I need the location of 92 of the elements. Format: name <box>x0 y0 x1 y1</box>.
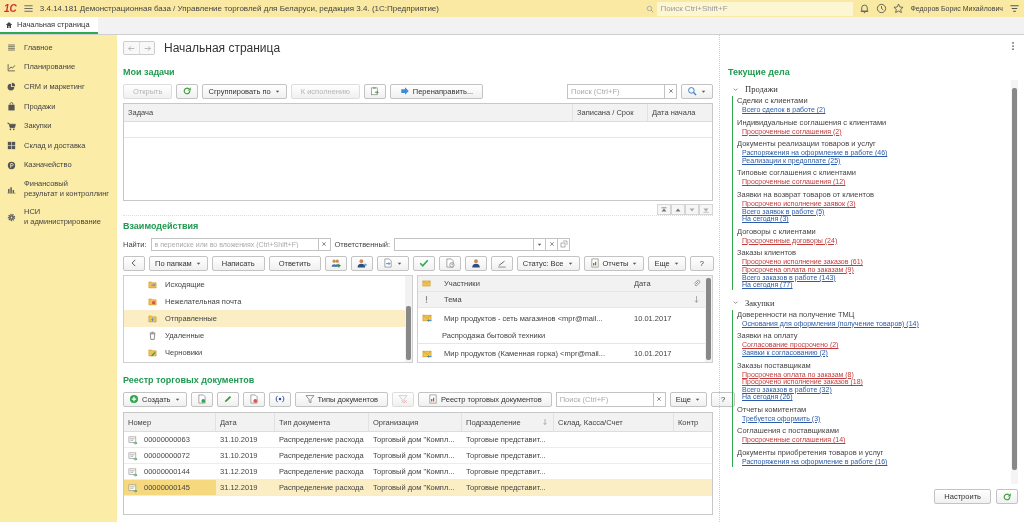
down-button[interactable] <box>685 204 699 215</box>
refresh-icon <box>182 86 193 96</box>
clear-button[interactable] <box>546 237 559 251</box>
chevron-icon <box>732 85 739 93</box>
close-icon <box>666 87 675 95</box>
document-icon <box>128 482 138 493</box>
open-button[interactable] <box>558 237 571 251</box>
page-title: Начальная страница <box>164 41 281 55</box>
menu-button[interactable] <box>681 83 713 99</box>
bag-icon <box>7 102 16 112</box>
pencil-icon <box>222 394 233 404</box>
plus-icon <box>129 394 139 404</box>
document-icon <box>248 394 259 404</box>
report-icon <box>589 258 600 268</box>
section-title: Мои задачи <box>123 67 176 79</box>
refresh-icon <box>1002 491 1012 502</box>
gear-icon <box>7 212 16 222</box>
app-logo: 1С <box>4 3 17 14</box>
bar-chart-icon <box>7 184 16 194</box>
close-icon <box>655 395 664 403</box>
paperclip-icon <box>692 279 701 288</box>
dropdown-button[interactable] <box>534 237 547 251</box>
icon-button[interactable] <box>464 255 487 271</box>
document-icon <box>128 434 138 445</box>
people-icon <box>330 258 341 268</box>
icon-button[interactable] <box>324 255 347 271</box>
scrollbar[interactable] <box>405 276 412 362</box>
document-icon <box>444 258 455 268</box>
close-icon <box>547 240 556 248</box>
menu-icon[interactable] <box>22 3 34 14</box>
up-button[interactable] <box>671 204 685 215</box>
last-button[interactable] <box>699 204 713 215</box>
sort-icon <box>692 295 701 304</box>
star-icon[interactable] <box>893 3 905 14</box>
person-icon <box>470 258 481 268</box>
scrollbar[interactable] <box>705 276 712 362</box>
filter-icon <box>304 394 315 404</box>
grid-icon <box>7 141 16 151</box>
folder-icon <box>148 280 157 289</box>
coin-icon <box>7 160 16 170</box>
bell-icon[interactable] <box>859 3 871 14</box>
clear-button[interactable] <box>665 83 677 99</box>
search-icon <box>687 86 697 96</box>
chevron-icon <box>732 299 739 307</box>
document-icon <box>382 258 393 268</box>
folder-icon <box>148 297 157 306</box>
trash-icon <box>148 331 157 340</box>
back-icon <box>127 43 136 53</box>
section-title: Реестр торговых документов <box>123 375 256 387</box>
clipboard-icon <box>369 86 380 96</box>
arrow-icon <box>399 86 410 96</box>
history-icon[interactable] <box>876 3 888 14</box>
first-button[interactable] <box>657 204 671 215</box>
sort-icon <box>541 418 549 426</box>
chevron-left-icon <box>129 258 139 268</box>
filter-icon <box>398 394 409 404</box>
refresh-button[interactable] <box>996 489 1018 504</box>
forward-button[interactable] <box>139 42 154 54</box>
responsible-field[interactable] <box>394 237 535 251</box>
section-title: Взаимодействия <box>123 221 200 233</box>
forward-icon <box>142 43 152 53</box>
document-icon <box>196 394 207 404</box>
report-icon <box>428 394 439 404</box>
menu-icon[interactable] <box>1009 3 1020 14</box>
window-title: 3.4.14.181 Демонстрационная база / Управление торговлей для Беларуси, редакция 3.4. (1С:Предприятие) <box>39 4 439 13</box>
envelope-icon <box>422 313 432 323</box>
section-title: Текущие дела <box>728 67 791 77</box>
group-header[interactable]: Закупки <box>728 295 1007 310</box>
chart-icon <box>7 62 16 72</box>
search-field[interactable]: Поиск Ctrl+Shift+F <box>657 1 854 16</box>
pen-icon <box>496 258 507 268</box>
home-icon <box>5 20 13 29</box>
list-icon <box>7 43 16 53</box>
envelope-icon <box>422 348 432 359</box>
signal-icon <box>274 394 285 404</box>
document-icon <box>128 450 138 461</box>
folder-icon <box>148 348 157 357</box>
top-icon <box>660 205 668 214</box>
scrollbar[interactable] <box>1011 80 1018 484</box>
person-icon <box>356 258 367 268</box>
close-icon <box>320 240 328 248</box>
document-icon <box>128 466 138 477</box>
folder-icon <box>148 314 157 323</box>
check-icon <box>418 258 429 268</box>
envelope-icon <box>422 279 431 288</box>
icon-button[interactable] <box>350 255 373 271</box>
group-header[interactable]: Продажи <box>728 82 1007 96</box>
icon-button[interactable] <box>268 391 291 407</box>
window-icon <box>559 240 568 248</box>
pie-chart-icon <box>7 82 16 92</box>
cart-icon <box>7 121 16 131</box>
search-icon <box>646 4 655 13</box>
